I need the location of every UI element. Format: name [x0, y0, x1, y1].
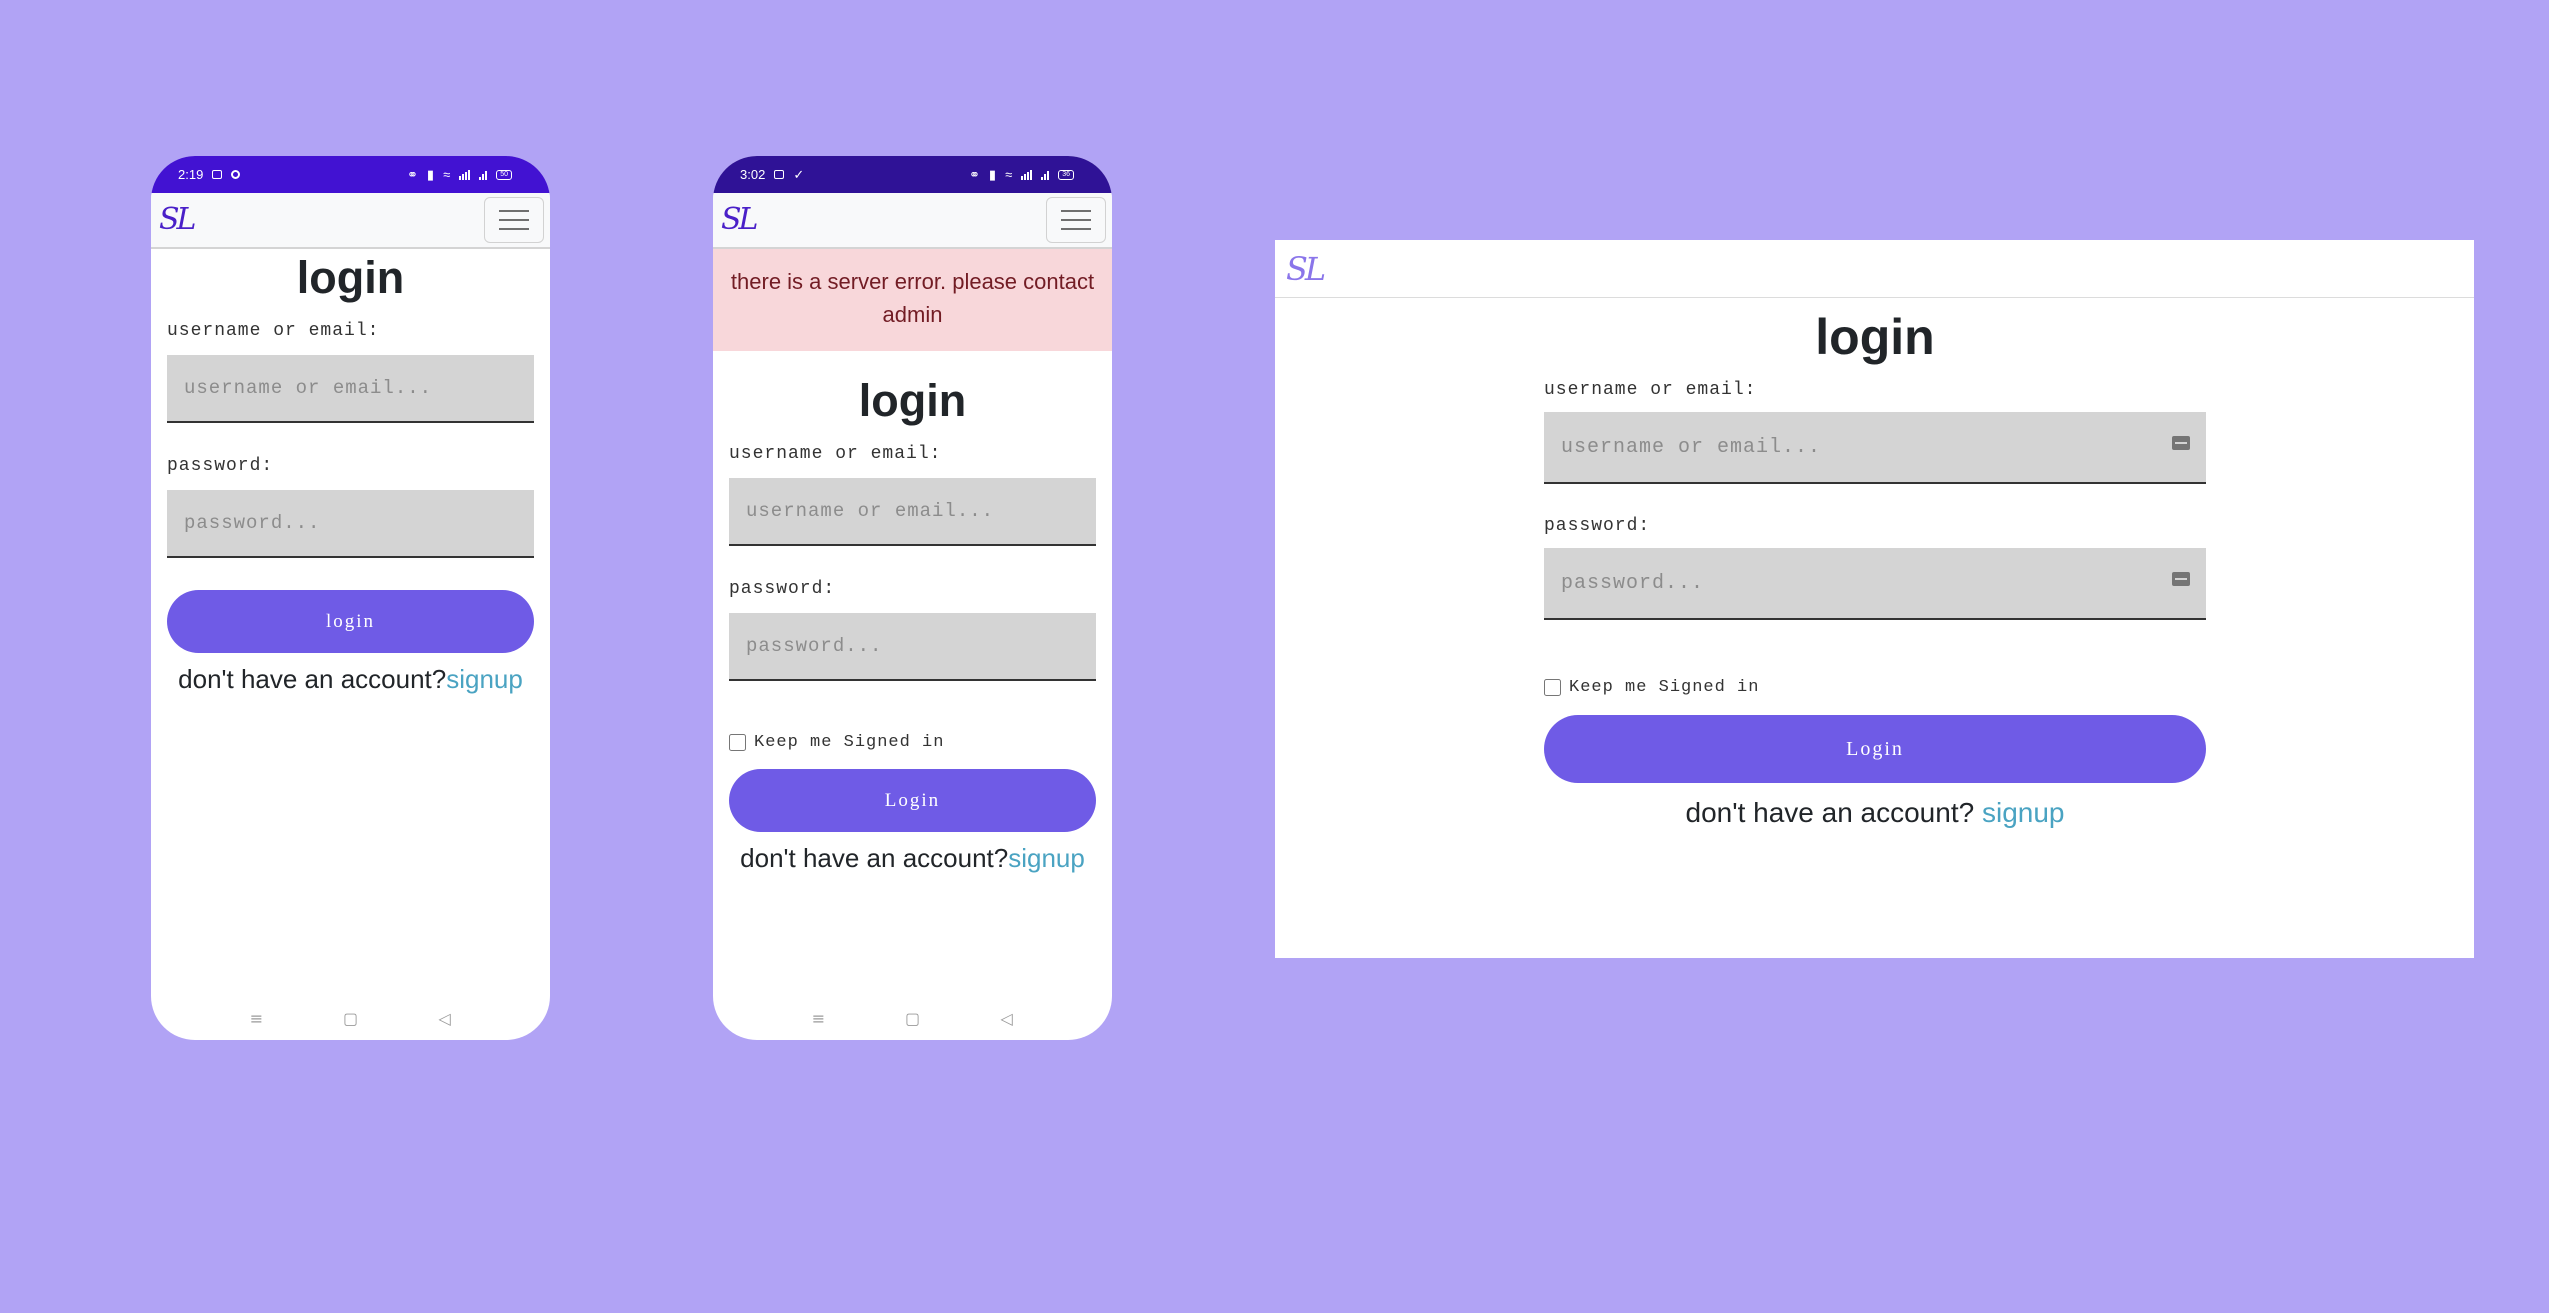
key-icon[interactable] — [2172, 572, 2190, 586]
login-form: login username or email: password: Keep … — [1544, 298, 2206, 829]
headphones-icon: ⚭ — [969, 166, 980, 182]
signal-icon — [459, 169, 471, 180]
hamburger-icon — [1061, 210, 1091, 212]
password-input[interactable] — [1544, 548, 2206, 620]
navbar: SL — [1275, 240, 2474, 298]
wifi-icon: ≈ — [443, 167, 451, 182]
menu-icon[interactable]: ≡ — [811, 1009, 827, 1028]
wifi-icon: ≈ — [1005, 167, 1013, 182]
vibrate-icon: ▮ — [426, 166, 435, 182]
remember-me-row: Keep me Signed in — [729, 733, 1096, 752]
home-icon[interactable]: ▢ — [343, 1009, 359, 1028]
brand-logo[interactable]: SL — [157, 205, 197, 235]
hamburger-menu-button[interactable] — [484, 197, 544, 243]
status-bar: 3:02 ✓ ⚭ ▮ ≈ 36 — [713, 156, 1112, 193]
phone-screenshot-login-error: 3:02 ✓ ⚭ ▮ ≈ 36 SL there is a server err… — [713, 156, 1112, 1040]
notification-icon — [231, 170, 241, 179]
system-navigation-bar: ≡ ▢ ◁ — [151, 1009, 550, 1028]
vibrate-icon: ▮ — [988, 166, 997, 182]
hamburger-icon — [499, 210, 529, 212]
remember-me-label: Keep me Signed in — [754, 733, 945, 752]
key-icon[interactable] — [2172, 436, 2190, 450]
signal-icon-2 — [1041, 170, 1050, 180]
remember-me-checkbox[interactable] — [729, 734, 746, 751]
back-icon[interactable]: ◁ — [999, 1009, 1015, 1028]
signup-prompt: don't have an account?signup — [729, 843, 1096, 874]
signup-prompt-text: don't have an account? — [740, 843, 1009, 873]
back-icon[interactable]: ◁ — [437, 1009, 453, 1028]
username-input[interactable] — [1544, 412, 2206, 484]
signal-icon-2 — [479, 170, 488, 180]
password-label: password: — [1544, 516, 1651, 536]
remember-me-checkbox[interactable] — [1544, 679, 1561, 696]
headphones-icon: ⚭ — [407, 166, 418, 182]
calendar-icon — [212, 170, 223, 179]
navbar: SL — [713, 193, 1112, 249]
password-label: password: — [729, 579, 836, 599]
desktop-screenshot-login: SL login username or email: password: Ke… — [1275, 240, 2474, 958]
battery-icon: 36 — [1058, 169, 1074, 180]
error-alert: there is a server error. please contact … — [713, 249, 1112, 351]
instagram-icon — [774, 170, 785, 179]
status-time: 2:19 — [178, 167, 204, 182]
login-button[interactable]: login — [167, 590, 534, 653]
status-time: 3:02 — [740, 167, 766, 182]
remember-me-row: Keep me Signed in — [1544, 678, 2206, 697]
signup-link[interactable]: signup — [446, 664, 523, 694]
navbar: SL — [151, 193, 550, 249]
signal-icon — [1021, 169, 1033, 180]
battery-icon: 50 — [496, 169, 512, 180]
login-button[interactable]: Login — [729, 769, 1096, 832]
username-field — [1544, 412, 2206, 484]
phone-screenshot-login: 2:19 ⚭ ▮ ≈ 50 SL login username or email… — [151, 156, 550, 1040]
signup-prompt-text: don't have an account? — [178, 664, 447, 694]
signup-link[interactable]: signup — [1008, 843, 1085, 873]
page-title: login — [858, 375, 967, 426]
login-form: login username or email: password: Keep … — [713, 378, 1112, 874]
brand-logo[interactable]: SL — [1286, 253, 1326, 285]
signup-prompt-text: don't have an account? — [1685, 797, 1982, 828]
password-field — [1544, 548, 2206, 620]
username-input[interactable] — [167, 355, 534, 423]
home-icon[interactable]: ▢ — [905, 1009, 921, 1028]
username-label: username or email: — [729, 444, 942, 464]
signup-prompt: don't have an account?signup — [167, 664, 534, 695]
password-label: password: — [167, 456, 274, 476]
login-form: login username or email: password: login… — [151, 255, 550, 695]
password-input[interactable] — [167, 490, 534, 558]
username-label: username or email: — [167, 321, 380, 341]
login-button[interactable]: Login — [1544, 715, 2206, 783]
page-title: login — [296, 252, 405, 303]
menu-icon[interactable]: ≡ — [249, 1009, 265, 1028]
hamburger-menu-button[interactable] — [1046, 197, 1106, 243]
system-navigation-bar: ≡ ▢ ◁ — [713, 1009, 1112, 1028]
password-input[interactable] — [729, 613, 1096, 681]
remember-me-label: Keep me Signed in — [1569, 678, 1760, 697]
username-label: username or email: — [1544, 380, 1757, 400]
signup-link[interactable]: signup — [1982, 797, 2065, 828]
signup-prompt: don't have an account? signup — [1544, 797, 2206, 829]
username-input[interactable] — [729, 478, 1096, 546]
check-icon: ✓ — [793, 166, 805, 182]
status-bar: 2:19 ⚭ ▮ ≈ 50 — [151, 156, 550, 193]
brand-logo[interactable]: SL — [719, 205, 759, 235]
page-title: login — [1815, 309, 1935, 365]
